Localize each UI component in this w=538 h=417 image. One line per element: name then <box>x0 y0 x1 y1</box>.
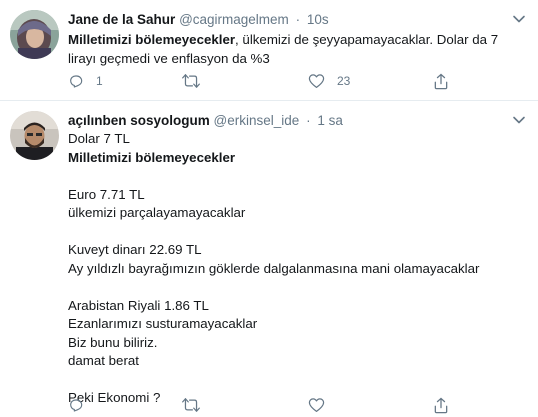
separator-dot: · <box>306 113 311 128</box>
tweet-text: Milletimizi bölemeyecekler, ülkemizi de … <box>68 31 518 68</box>
retweet-button[interactable] <box>182 395 212 415</box>
reply-button[interactable] <box>68 395 96 415</box>
tweet[interactable]: açılınben sosyologum @erkinsel_ide · 1 s… <box>0 101 538 417</box>
tweet-text: Dolar 7 TL Milletimizi bölemeyecekler Eu… <box>68 130 518 408</box>
tweet-actions <box>68 395 468 415</box>
retweet-button[interactable] <box>182 71 212 91</box>
author-name[interactable]: Jane de la Sahur <box>68 12 175 27</box>
avatar[interactable] <box>10 10 59 59</box>
tweet-header: açılınben sosyologum @erkinsel_ide · 1 s… <box>68 112 508 130</box>
tweet-line: Kuveyt dinarı 22.69 TL <box>68 242 202 257</box>
tweet-line: Milletimizi bölemeyecekler <box>68 149 236 165</box>
tweet-text-bold: Milletimizi bölemeyecekler <box>68 32 236 47</box>
tweet-line: damat berat <box>68 353 139 368</box>
heart-icon <box>308 74 325 88</box>
heart-icon <box>308 398 325 412</box>
chevron-down-icon[interactable] <box>512 12 526 26</box>
like-button[interactable] <box>308 395 337 415</box>
share-button[interactable] <box>433 395 449 415</box>
separator-dot: · <box>295 12 301 27</box>
like-button[interactable]: 23 <box>308 71 350 91</box>
tweet-time[interactable]: 1 sa <box>317 113 343 128</box>
avatar[interactable] <box>10 111 59 160</box>
reply-button[interactable]: 1 <box>68 71 103 91</box>
avatar-photo-man-beard-icon <box>10 111 59 160</box>
share-icon <box>434 73 448 89</box>
tweet-line: Arabistan Riyali 1.86 TL <box>68 297 209 313</box>
tweet-header: Jane de la Sahur @cagirmagelmem · 10s <box>68 11 508 29</box>
chevron-down-icon[interactable] <box>512 113 526 127</box>
tweet-line: Dolar 7 TL <box>68 131 130 146</box>
reply-icon <box>70 75 83 88</box>
reply-count: 1 <box>96 74 103 88</box>
tweet-feed: Jane de la Sahur @cagirmagelmem · 10s Mi… <box>0 0 538 417</box>
retweet-icon <box>182 398 200 412</box>
author-handle[interactable]: @erkinsel_ide <box>214 113 300 128</box>
author-name[interactable]: açılınben sosyologum <box>68 113 210 128</box>
reply-icon <box>70 399 83 412</box>
tweet-actions: 1 23 <box>68 71 468 91</box>
tweet[interactable]: Jane de la Sahur @cagirmagelmem · 10s Mi… <box>0 0 538 100</box>
like-count: 23 <box>337 74 351 88</box>
avatar-photo-woman-hijab-icon <box>10 10 59 59</box>
tweet-time[interactable]: 10s <box>307 12 329 27</box>
retweet-icon <box>182 74 200 88</box>
tweet-line: Biz bunu biliriz. <box>68 334 158 350</box>
author-handle[interactable]: @cagirmagelmem <box>179 12 289 27</box>
share-icon <box>434 397 448 413</box>
tweet-line: Ezanlarımızı susturamayacaklar <box>68 316 258 331</box>
tweet-line: Euro 7.71 TL <box>68 186 145 202</box>
share-button[interactable] <box>433 71 449 91</box>
tweet-line: ülkemizi parçalayamayacaklar <box>68 205 246 220</box>
tweet-line: Ay yıldızlı bayrağımızın göklerde dalgal… <box>68 260 480 276</box>
